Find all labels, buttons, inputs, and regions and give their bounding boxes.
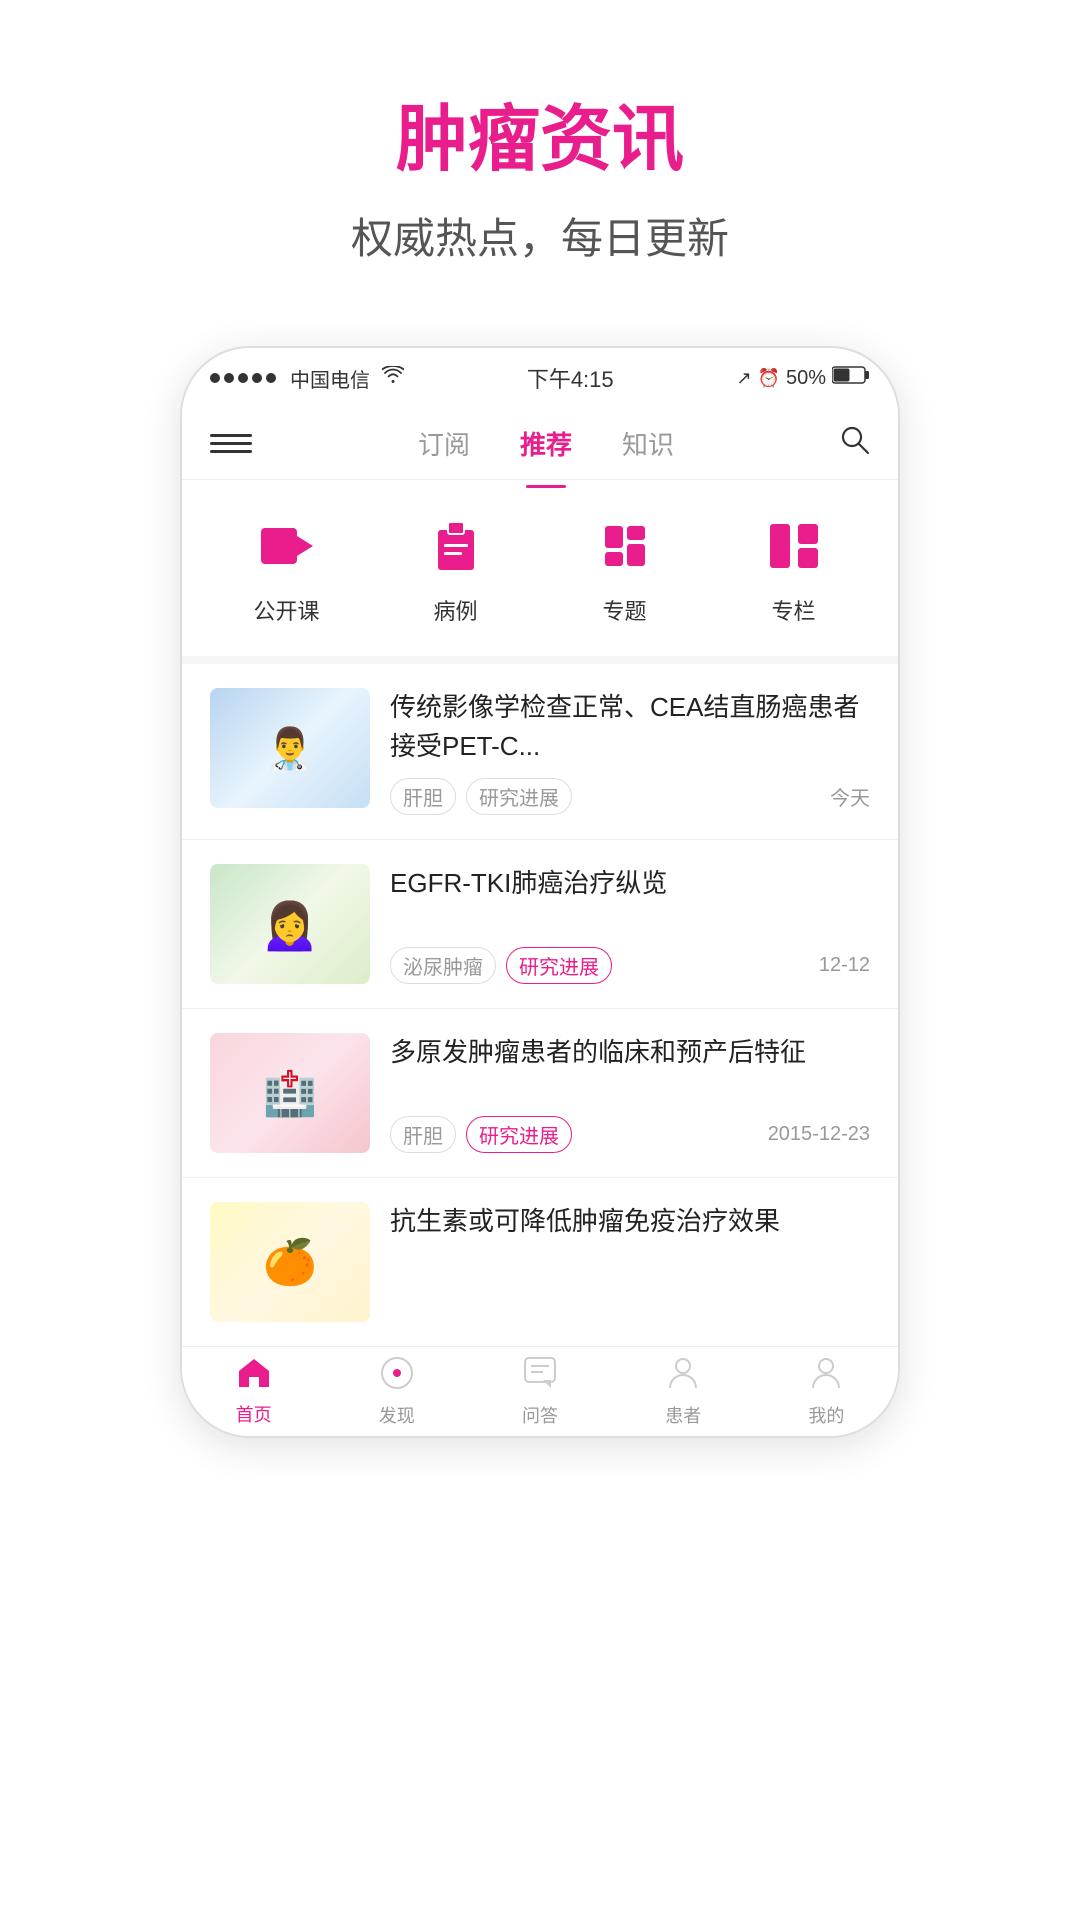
bottom-nav-home[interactable]: 首页 bbox=[182, 1347, 325, 1436]
bottom-nav-qa[interactable]: 问答 bbox=[468, 1347, 611, 1436]
column-icon bbox=[758, 510, 830, 582]
topic-icon bbox=[589, 510, 661, 582]
signal-dot-5 bbox=[266, 373, 276, 383]
nav-tabs: 订阅 推荐 知识 bbox=[182, 408, 898, 480]
tab-group: 订阅 推荐 知识 bbox=[252, 417, 840, 470]
video-icon bbox=[251, 510, 323, 582]
search-button[interactable] bbox=[840, 425, 870, 462]
qa-icon bbox=[523, 1356, 557, 1398]
home-icon bbox=[237, 1357, 271, 1397]
location-icon: ↗ bbox=[736, 368, 751, 389]
page-header: 肿瘤资讯 权威热点，每日更新 bbox=[0, 0, 1080, 306]
article-content-4: 抗生素或可降低肿瘤免疫治疗效果 bbox=[390, 1202, 870, 1322]
mine-icon bbox=[809, 1356, 843, 1398]
article-title-4: 抗生素或可降低肿瘤免疫治疗效果 bbox=[390, 1202, 870, 1241]
carrier-label: 中国电信 bbox=[290, 364, 370, 393]
article-thumbnail-4 bbox=[210, 1202, 370, 1322]
article-item[interactable]: 传统影像学检查正常、CEA结直肠癌患者接受PET-C... 肝胆 研究进展 今天 bbox=[182, 664, 898, 840]
menu-line-3 bbox=[210, 450, 252, 453]
article-list: 传统影像学检查正常、CEA结直肠癌患者接受PET-C... 肝胆 研究进展 今天… bbox=[182, 664, 898, 1346]
article-content-3: 多原发肿瘤患者的临床和预产后特征 肝胆 研究进展 2015-12-23 bbox=[390, 1033, 870, 1153]
bottom-nav-discover-label: 发现 bbox=[379, 1402, 415, 1428]
menu-line-2 bbox=[210, 442, 252, 445]
signal-dot-1 bbox=[210, 373, 220, 383]
category-label-gongkaike: 公开课 bbox=[253, 594, 319, 626]
article-date-1: 今天 bbox=[830, 782, 870, 811]
bottom-nav-patient[interactable]: 患者 bbox=[612, 1347, 755, 1436]
bottom-nav-qa-label: 问答 bbox=[522, 1402, 558, 1428]
status-left: 中国电信 bbox=[210, 364, 404, 393]
case-icon bbox=[420, 510, 492, 582]
status-right: ↗ ⏰ 50% bbox=[736, 365, 870, 391]
article-meta-3: 肝胆 研究进展 2015-12-23 bbox=[390, 1116, 870, 1153]
category-row: 公开课 病例 专题 bbox=[182, 480, 898, 664]
tab-knowledge[interactable]: 知识 bbox=[622, 417, 674, 470]
bottom-nav-mine[interactable]: 我的 bbox=[755, 1347, 898, 1436]
article-tag-ganzi: 肝胆 bbox=[390, 1116, 456, 1153]
alarm-icon: ⏰ bbox=[758, 368, 780, 389]
category-label-zhuanti: 专题 bbox=[602, 594, 646, 626]
bottom-nav: 首页 发现 问答 bbox=[182, 1346, 898, 1436]
status-time: 下午4:15 bbox=[527, 362, 614, 394]
article-tag-yanjiu2: 研究进展 bbox=[506, 947, 612, 984]
wifi-icon bbox=[382, 366, 404, 390]
discover-icon bbox=[380, 1356, 414, 1398]
article-meta-2: 泌尿肿瘤 研究进展 12-12 bbox=[390, 947, 870, 984]
article-meta-1: 肝胆 研究进展 今天 bbox=[390, 778, 870, 815]
article-title-3: 多原发肿瘤患者的临床和预产后特征 bbox=[390, 1033, 870, 1072]
status-bar: 中国电信 下午4:15 ↗ ⏰ 50% bbox=[182, 348, 898, 408]
bottom-nav-mine-label: 我的 bbox=[808, 1402, 844, 1428]
article-tag-miniao: 泌尿肿瘤 bbox=[390, 947, 496, 984]
article-tag-gandan: 肝胆 bbox=[390, 778, 456, 815]
category-zhuanti[interactable]: 专题 bbox=[589, 510, 661, 626]
bottom-nav-patient-label: 患者 bbox=[665, 1402, 701, 1428]
article-item[interactable]: 多原发肿瘤患者的临床和预产后特征 肝胆 研究进展 2015-12-23 bbox=[182, 1009, 898, 1178]
signal-dot-4 bbox=[252, 373, 262, 383]
article-thumbnail-2 bbox=[210, 864, 370, 984]
article-tag-yanjiu1: 研究进展 bbox=[466, 778, 572, 815]
page-subtitle: 权威热点，每日更新 bbox=[0, 205, 1080, 266]
signal-dot-3 bbox=[238, 373, 248, 383]
article-thumbnail-1 bbox=[210, 688, 370, 808]
bottom-nav-home-label: 首页 bbox=[236, 1401, 272, 1427]
signal-dot-2 bbox=[224, 373, 234, 383]
article-item[interactable]: EGFR-TKI肺癌治疗纵览 泌尿肿瘤 研究进展 12-12 bbox=[182, 840, 898, 1009]
battery-icon bbox=[832, 365, 870, 391]
phone-frame: 中国电信 下午4:15 ↗ ⏰ 50% bbox=[180, 346, 900, 1438]
article-title-1: 传统影像学检查正常、CEA结直肠癌患者接受PET-C... bbox=[390, 688, 870, 766]
article-title-2: EGFR-TKI肺癌治疗纵览 bbox=[390, 864, 870, 903]
battery-percent: 50% bbox=[786, 367, 826, 390]
article-date-2: 12-12 bbox=[819, 954, 870, 977]
hamburger-menu-button[interactable] bbox=[210, 434, 252, 453]
patient-icon bbox=[666, 1356, 700, 1398]
article-date-3: 2015-12-23 bbox=[768, 1123, 870, 1146]
article-item[interactable]: 抗生素或可降低肿瘤免疫治疗效果 bbox=[182, 1178, 898, 1346]
tab-subscribe[interactable]: 订阅 bbox=[418, 417, 470, 470]
menu-line-1 bbox=[210, 434, 252, 437]
article-tag-yanjiu3: 研究进展 bbox=[466, 1116, 572, 1153]
article-content-2: EGFR-TKI肺癌治疗纵览 泌尿肿瘤 研究进展 12-12 bbox=[390, 864, 870, 984]
category-zhuanlan[interactable]: 专栏 bbox=[758, 510, 830, 626]
signal-dots bbox=[210, 373, 276, 383]
bottom-nav-discover[interactable]: 发现 bbox=[325, 1347, 468, 1436]
category-label-zhuanlan: 专栏 bbox=[771, 594, 815, 626]
category-gongkaike[interactable]: 公开课 bbox=[251, 510, 323, 626]
article-thumbnail-3 bbox=[210, 1033, 370, 1153]
page-title: 肿瘤资讯 bbox=[0, 80, 1080, 185]
category-bingli[interactable]: 病例 bbox=[420, 510, 492, 626]
category-label-bingli: 病例 bbox=[433, 594, 477, 626]
tab-recommend[interactable]: 推荐 bbox=[520, 417, 572, 470]
article-content-1: 传统影像学检查正常、CEA结直肠癌患者接受PET-C... 肝胆 研究进展 今天 bbox=[390, 688, 870, 815]
